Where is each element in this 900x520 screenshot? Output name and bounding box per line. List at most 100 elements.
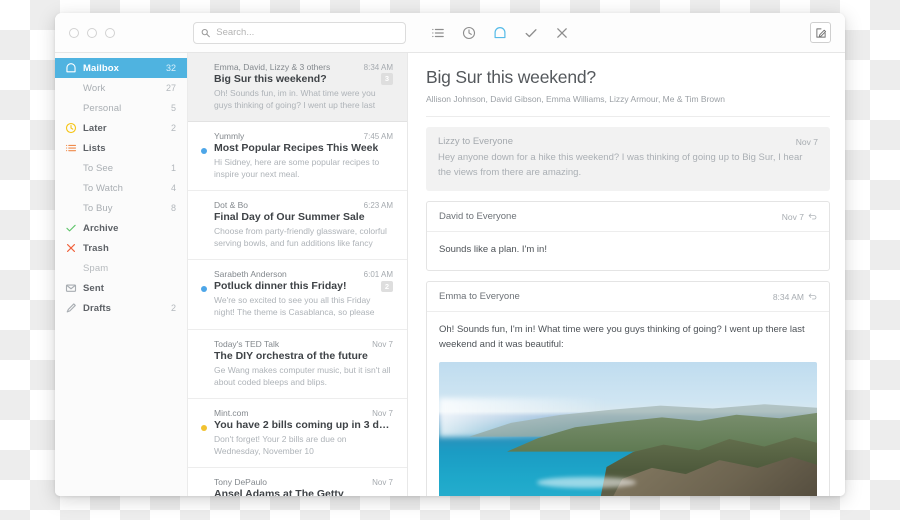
sidebar-item-label: Trash [83, 242, 109, 254]
message-date: Nov 7 [781, 211, 804, 222]
sidebar-item-count: 32 [165, 63, 176, 73]
sidebar-item-label: Later [83, 122, 107, 134]
sidebar-item-label: Personal [83, 102, 122, 114]
sidebar: Mailbox 32 Work 27 Personal 5 Later 2 Lists To Se… [55, 53, 188, 496]
main-area: Mailbox 32 Work 27 Personal 5 Later 2 Lists To Se… [55, 53, 845, 496]
mail-preview: Ge Wang makes computer music, but it isn… [214, 364, 391, 387]
list-icon[interactable] [430, 25, 446, 41]
sidebar-item-to-buy[interactable]: To Buy 8 [55, 198, 187, 218]
pencil-icon [64, 302, 77, 315]
message-thread: Lizzy to Everyone Nov 7 Hey anyone down fo… [426, 127, 830, 496]
attached-photo[interactable] [439, 361, 817, 496]
mailbox-icon [65, 63, 76, 73]
mail-sender: Today's TED Talk [214, 338, 280, 349]
message-count-badge: 3 [380, 73, 393, 85]
mail-subject: Big Sur this weekend? [214, 73, 327, 85]
reading-pane: Big Sur this weekend? Allison Johnson, D… [408, 53, 845, 496]
mail-sender: Emma, David, Lizzy & 3 others [214, 62, 331, 72]
sidebar-item-label: To See [83, 162, 114, 174]
message-body-wrap: Oh! Sounds fun, I'm in! What time were y… [427, 312, 829, 496]
mail-list-item[interactable]: Emma, David, Lizzy & 3 others 8:34 AM Big … [188, 53, 407, 123]
mail-list-item[interactable]: Today's TED Talk Nov 7 The DIY orchestra o… [188, 330, 407, 399]
mail-preview: Hi Sidney, here are some popular recipes… [214, 157, 380, 180]
mail-preview: We're so excited to see you all this Fri… [214, 295, 375, 318]
mail-list-item[interactable]: Tony DePaulo Nov 7 Ansel Adams at The Gett… [188, 468, 407, 496]
reply-icon[interactable] [808, 212, 817, 221]
mail-list-item[interactable]: Dot & Bo 6:23 AM Final Day of Our Summer S… [188, 191, 407, 261]
thread-message[interactable]: Lizzy to Everyone Nov 7 Hey anyone down fo… [426, 127, 830, 192]
message-author: David to Everyone [439, 211, 517, 223]
mail-preview: Don't forget! Your 2 bills are due on We… [214, 433, 347, 456]
check-icon[interactable] [523, 25, 539, 41]
sidebar-item-personal[interactable]: Personal 5 [55, 98, 187, 118]
mail-sender: Sarabeth Anderson [214, 269, 287, 280]
close-x-icon[interactable] [554, 25, 570, 41]
clock-icon [64, 122, 77, 135]
message-text: Oh! Sounds fun, I'm in! What time were y… [439, 324, 805, 350]
clock-icon [65, 122, 76, 134]
search-box[interactable] [193, 21, 406, 44]
sidebar-item-label: Mailbox [83, 62, 120, 74]
sidebar-item-lists[interactable]: Lists [55, 138, 187, 158]
unread-dot [201, 286, 207, 293]
mail-list-item[interactable]: Sarabeth Anderson 6:01 AM Potluck dinner t… [188, 260, 407, 330]
sidebar-item-mailbox[interactable]: Mailbox 32 [55, 58, 187, 78]
sidebar-item-count: 4 [170, 183, 176, 193]
sidebar-item-count: 1 [170, 163, 176, 173]
sidebar-item-work[interactable]: Work 27 [55, 78, 187, 98]
sidebar-item-to-watch[interactable]: To Watch 4 [55, 178, 187, 198]
sidebar-item-label: To Buy [83, 202, 113, 214]
sidebar-item-count: 2 [170, 123, 176, 133]
app-window: Mailbox32Work27Personal5Later2ListsTo Se… [55, 13, 845, 496]
thread-participants: Allison Johnson, David Gibson, Emma Will… [426, 94, 830, 117]
thread-message[interactable]: David to Everyone Nov 7 Sounds like a plan… [426, 201, 830, 272]
mail-timestamp: Nov 7 [372, 408, 393, 418]
sidebar-item-sent[interactable]: Sent [55, 278, 187, 298]
close-window-button[interactable] [69, 27, 79, 38]
thread-message[interactable]: Emma to Everyone 8:34 AM Oh! Sounds fun, I… [426, 281, 830, 496]
sidebar-item-label: To Watch [83, 182, 124, 194]
message-text: Sounds like a plan. I'm in! [439, 244, 547, 256]
clock-icon[interactable] [461, 25, 477, 41]
reply-icon[interactable] [808, 292, 817, 301]
thread-subject: Big Sur this weekend? [426, 67, 596, 87]
mail-subject: Potluck dinner this Friday! [214, 280, 347, 293]
sidebar-item-drafts[interactable]: Drafts 2 [55, 298, 187, 318]
envelope-icon [65, 284, 76, 292]
sidebar-item-trash[interactable]: Trash [55, 238, 187, 258]
mail-list[interactable]: Emma, David, Lizzy & 3 others 8:34 AM Big … [188, 53, 408, 496]
mailbox-icon[interactable] [492, 25, 508, 41]
zoom-window-button[interactable] [105, 27, 115, 38]
search-input[interactable] [216, 27, 398, 38]
message-author: Emma to Everyone [439, 291, 520, 303]
check-icon [65, 224, 76, 232]
mail-list-item[interactable]: Mint.com Nov 7 You have 2 bills coming up … [188, 399, 407, 468]
photo-surf [537, 477, 636, 488]
sidebar-item-later[interactable]: Later 2 [55, 118, 187, 138]
mail-sender: Dot & Bo [214, 200, 249, 211]
mail-timestamp: Nov 7 [372, 477, 393, 487]
trash-x-icon [66, 243, 75, 253]
sidebar-item-to-see[interactable]: To See 1 [55, 158, 187, 178]
message-body-wrap: Sounds like a plan. I'm in! [427, 232, 829, 270]
sidebar-item-spam[interactable]: Spam [55, 258, 187, 278]
mail-sender: Tony DePaulo [214, 476, 267, 487]
window-controls [55, 27, 190, 38]
action-toolbar [430, 25, 570, 41]
unread-dot [201, 148, 207, 155]
mail-preview: Choose from party-friendly glassware, co… [214, 226, 387, 249]
mail-subject: The DIY orchestra of the future [214, 349, 368, 362]
minimize-window-button[interactable] [87, 27, 97, 38]
sidebar-item-count: 8 [170, 203, 176, 213]
mail-list-item[interactable]: Yummly 7:45 AM Most Popular Recipes This W… [188, 122, 407, 192]
sidebar-item-label: Work [83, 82, 106, 94]
mail-subject: Ansel Adams at The Getty [214, 487, 344, 496]
sidebar-item-count: 2 [170, 303, 176, 313]
mail-sender: Mint.com [214, 407, 249, 418]
lists-icon [65, 144, 76, 152]
sidebar-item-archive[interactable]: Archive [55, 218, 187, 238]
sidebar-item-count: 27 [165, 83, 176, 93]
lists-icon [64, 142, 77, 155]
compose-button[interactable] [810, 22, 831, 43]
mail-timestamp: 7:45 AM [363, 132, 393, 142]
